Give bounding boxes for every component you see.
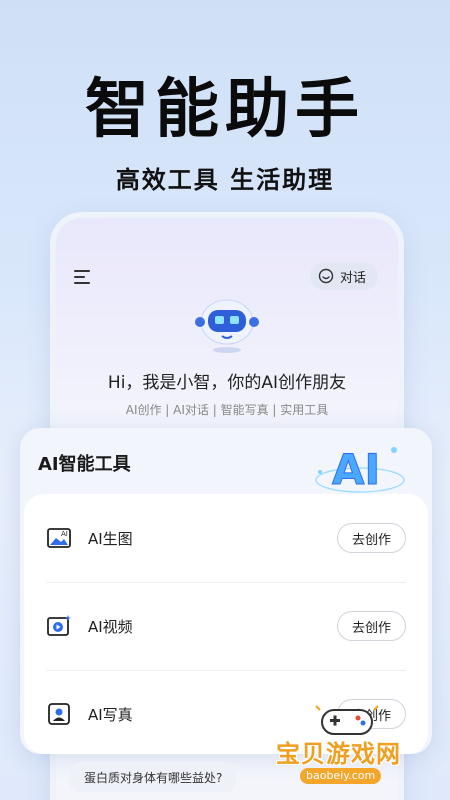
portrait-icon	[48, 703, 70, 725]
robot-avatar-icon	[195, 299, 259, 353]
tool-row-video[interactable]: AI视频 去创作	[24, 582, 428, 670]
watermark-url: baobeiy.com	[300, 768, 382, 784]
svg-text:AI: AI	[332, 445, 380, 494]
watermark: 宝贝游戏网 baobeiy.com	[272, 700, 422, 792]
chat-button[interactable]: 对话	[309, 262, 378, 290]
watermark-text: 宝贝游戏网	[276, 740, 401, 768]
create-button[interactable]: 去创作	[336, 611, 406, 641]
smile-chat-icon	[318, 268, 334, 284]
tool-row-image[interactable]: AI AI生图 去创作	[24, 494, 428, 582]
tool-label: AI写真	[88, 705, 133, 724]
video-icon	[47, 615, 72, 636]
svg-text:AI: AI	[61, 530, 68, 538]
hero-title: 智能助手	[85, 73, 365, 147]
menu-icon[interactable]	[74, 270, 90, 284]
chat-button-label: 对话	[339, 270, 366, 286]
ai-3d-logo-icon: AI	[315, 445, 405, 495]
image-gen-icon: AI	[47, 528, 71, 548]
suggested-question[interactable]: 蛋白质对身体有哪些益处?	[70, 762, 237, 792]
greeting-text: Hi，我是小智，你的AI创作朋友	[107, 373, 347, 393]
tool-label: AI视频	[88, 617, 133, 636]
ai-tools-title: AI智能工具	[38, 454, 131, 475]
feature-tags: AI创作 | AI对话 | 智能写真 | 实用工具	[125, 403, 329, 417]
create-button[interactable]: 去创作	[336, 523, 406, 553]
hero-subtitle: 高效工具 生活助理	[115, 166, 335, 194]
tool-label: AI生图	[88, 529, 133, 548]
